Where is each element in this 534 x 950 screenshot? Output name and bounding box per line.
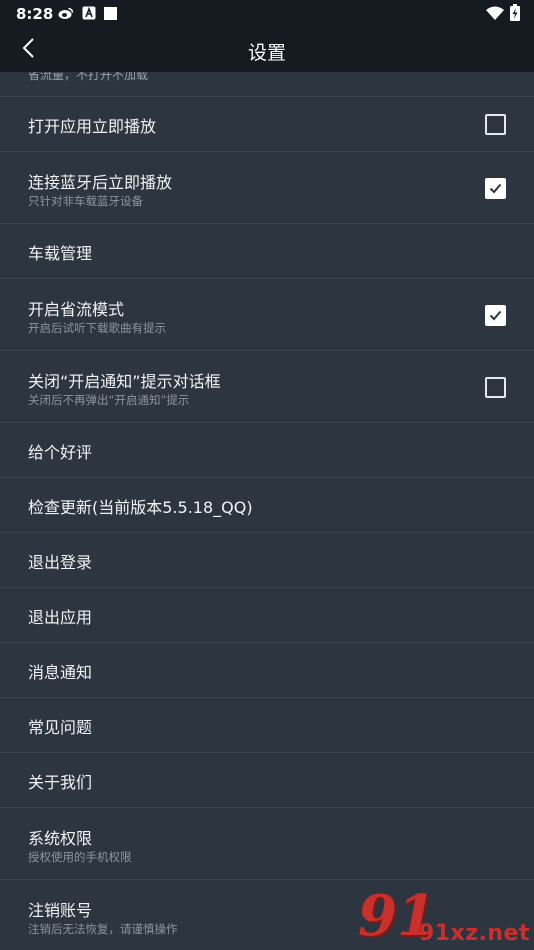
settings-item-subtitle: 只针对非车载蓝牙设备 [28,194,143,208]
settings-item[interactable]: 注销账号注销后无法恢复，请谨慎操作 [0,880,534,950]
settings-item[interactable]: 关闭“开启通知”提示对话框关闭后不再弹出“开启通知”提示 [0,351,534,423]
status-icons-right [486,3,520,25]
settings-checkbox[interactable] [485,376,506,398]
page-title: 设置 [247,42,286,64]
app-bar: 设置 [0,28,534,72]
settings-item-subtitle: 注销后无法恢复，请谨慎操作 [28,922,178,936]
settings-item-title: 给个好评 [28,443,93,462]
settings-item-title: 退出登录 [28,553,93,572]
check-icon [489,183,502,193]
settings-item[interactable]: 检查更新(当前版本5.5.18_QQ) [0,478,534,533]
settings-item[interactable]: 常见问题 [0,698,534,753]
settings-item-title: 常见问题 [28,718,93,737]
status-time: 8:28 [16,5,54,23]
settings-item[interactable]: 给个好评 [0,423,534,478]
check-icon [489,310,502,320]
settings-item-title: 连接蓝牙后立即播放 [28,173,173,192]
settings-item[interactable]: 退出应用 [0,588,534,643]
settings-item[interactable]: 退出登录 [0,533,534,588]
settings-item[interactable]: 系统权限授权使用的手机权限 [0,808,534,880]
status-bar: 8:28 [0,0,534,28]
status-icons-left [58,6,117,22]
settings-checkbox[interactable] [485,304,506,326]
settings-item-subtitle: 关闭后不再弹出“开启通知”提示 [28,393,190,407]
settings-list[interactable]: 省流量，不打开不加载 打开应用立即播放 连接蓝牙后立即播放只针对非车载蓝牙设备车载… [0,72,534,950]
settings-item-subtitle: 授权使用的手机权限 [28,850,132,864]
settings-item[interactable]: 打开应用立即播放 [0,97,534,152]
settings-item-title: 退出应用 [28,608,93,627]
settings-item[interactable]: 连接蓝牙后立即播放只针对非车载蓝牙设备 [0,152,534,224]
font-app-icon [82,5,96,24]
settings-item-title: 注销账号 [28,901,93,920]
battery-charging-icon [510,3,520,25]
settings-item[interactable]: 关于我们 [0,753,534,808]
settings-checkbox[interactable] [485,177,506,199]
settings-item-subtitle: 省流量，不打开不加载 [28,72,149,82]
square-icon [104,5,117,24]
settings-item-title: 打开应用立即播放 [28,117,157,136]
settings-checkbox[interactable] [485,114,506,135]
settings-item[interactable]: 车载管理 [0,224,534,279]
settings-item-title: 关闭“开启通知”提示对话框 [28,372,221,391]
weibo-icon [58,5,74,24]
wifi-icon [486,5,504,24]
settings-item[interactable]: 开启省流模式开启后试听下载歌曲有提示 [0,279,534,351]
settings-item[interactable]: 消息通知 [0,643,534,698]
settings-item-subtitle: 开启后试听下载歌曲有提示 [28,321,166,335]
settings-item-title: 开启省流模式 [28,300,125,319]
settings-item-title: 系统权限 [28,829,93,848]
settings-item-title: 消息通知 [28,663,93,682]
settings-item-partial[interactable]: 省流量，不打开不加载 [0,72,534,97]
settings-item-title: 车载管理 [28,244,93,263]
settings-item-title: 检查更新(当前版本5.5.18_QQ) [28,498,253,517]
settings-item-title: 关于我们 [28,773,93,792]
